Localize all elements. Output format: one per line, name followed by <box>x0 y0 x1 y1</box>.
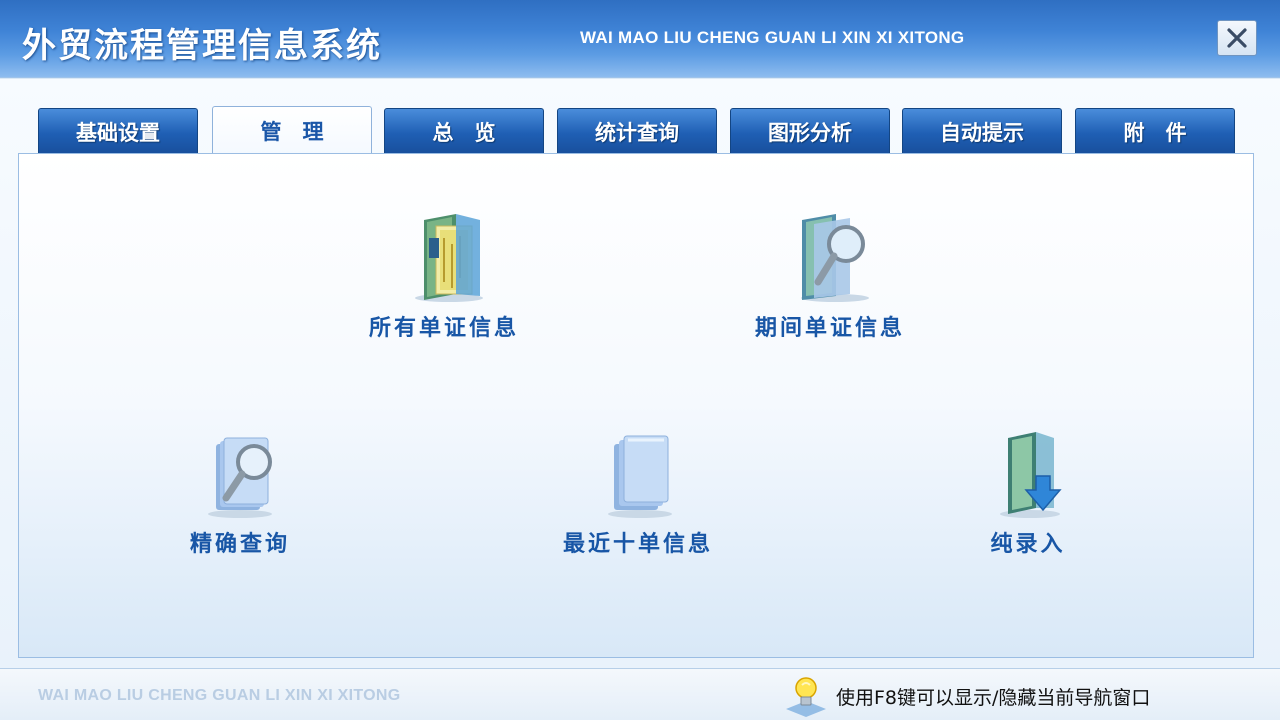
pages-stack-icon <box>608 435 672 518</box>
tab-management[interactable]: 管 理 <box>212 106 372 154</box>
folder-download-icon <box>1000 432 1062 518</box>
app-subtitle: WAI MAO LIU CHENG GUAN LI XIN XI XITONG <box>580 28 965 47</box>
tab-overview[interactable]: 总 览 <box>384 108 544 154</box>
launcher-label: 期间单证信息 <box>754 316 905 341</box>
tab-basic-settings[interactable]: 基础设置 <box>38 108 198 154</box>
folder-documents-icon <box>415 214 483 302</box>
close-icon <box>1227 28 1247 48</box>
folder-search-icon <box>801 214 869 302</box>
launcher-label: 精确查询 <box>189 532 290 557</box>
tab-bar: 基础设置 管 理 总 览 统计查询 图形分析 自动提示 附 件 <box>38 106 1238 154</box>
launcher-label: 纯录入 <box>990 532 1066 557</box>
pages-search-icon <box>208 437 272 518</box>
launcher-period-documents[interactable]: 期间单证信息 <box>730 208 930 342</box>
lightbulb-icon <box>786 677 826 717</box>
launcher-all-documents[interactable]: 所有单证信息 <box>344 208 544 342</box>
launcher-exact-query[interactable]: 精确查询 <box>154 424 326 558</box>
title-bar: 外贸流程管理信息系统 WAI MAO LIU CHENG GUAN LI XIN… <box>0 0 1280 78</box>
tab-statistics-query[interactable]: 统计查询 <box>557 108 717 154</box>
tab-auto-reminder[interactable]: 自动提示 <box>902 108 1062 154</box>
launcher-label: 最近十单信息 <box>562 532 713 557</box>
launcher-label: 所有单证信息 <box>368 316 519 341</box>
tab-attachments[interactable]: 附 件 <box>1075 108 1235 154</box>
status-bar: WAI MAO LIU CHENG GUAN LI XIN XI XITONG … <box>0 668 1280 720</box>
close-button[interactable] <box>1217 20 1257 56</box>
launcher-pure-entry[interactable]: 纯录入 <box>968 424 1088 558</box>
app-title: 外贸流程管理信息系统 <box>22 26 382 66</box>
launcher-recent-ten[interactable]: 最近十单信息 <box>538 424 738 558</box>
management-panel <box>18 153 1254 658</box>
navigation-hint: 使用F8键可以显示/隐藏当前导航窗口 <box>782 675 1150 717</box>
tab-graph-analysis[interactable]: 图形分析 <box>730 108 890 154</box>
footer-watermark: WAI MAO LIU CHENG GUAN LI XIN XI XITONG <box>38 687 401 704</box>
hint-text: 使用F8键可以显示/隐藏当前导航窗口 <box>836 686 1151 709</box>
